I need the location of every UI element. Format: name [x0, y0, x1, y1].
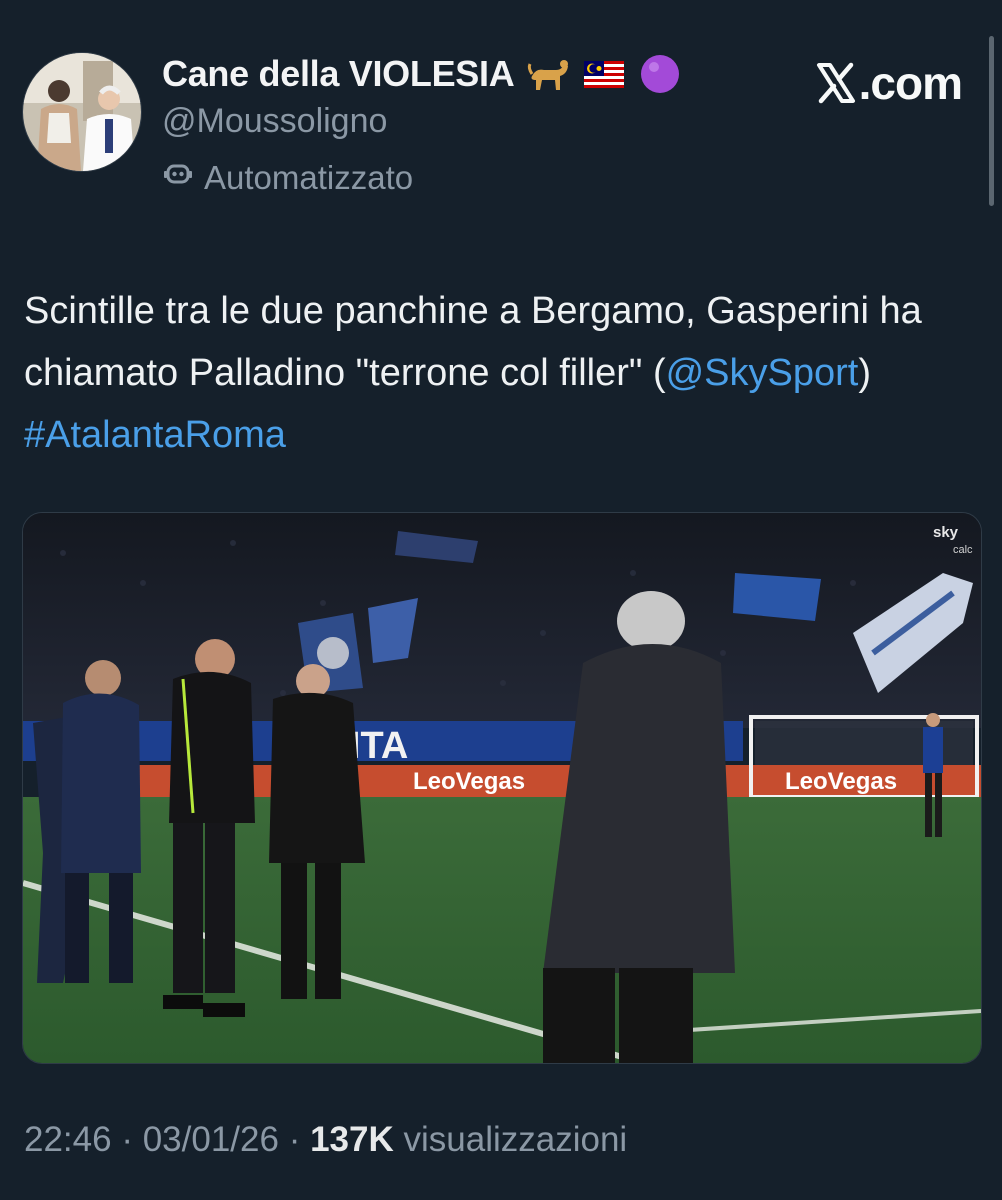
tweet-media[interactable]: sky calc NTA LeoVegas LeoVegas [22, 512, 982, 1064]
separator: · [288, 1120, 301, 1159]
automated-label: Automatizzato [204, 159, 414, 196]
site-logo-text: .com [858, 57, 963, 109]
stands [23, 513, 981, 728]
dog-icon [526, 52, 570, 96]
purple-circle-icon [638, 52, 682, 96]
hashtag-link[interactable]: #AtalantaRoma [24, 414, 286, 456]
tweet-text-part2: ) [858, 352, 872, 394]
broadcaster-sub: calc [953, 544, 973, 556]
views-count: 137K [310, 1120, 394, 1159]
separator: · [121, 1120, 133, 1159]
display-name[interactable]: Cane della VIOLESIA [162, 53, 515, 95]
sponsor-2: LeoVegas [785, 768, 897, 795]
malaysia-flag-icon [582, 52, 626, 96]
tweet-time[interactable]: 22:46 [24, 1120, 112, 1159]
broadcaster-logo: sky [933, 524, 959, 541]
mention-link[interactable]: @SkySport [666, 352, 859, 394]
sponsor-1: LeoVegas [413, 768, 525, 795]
site-logo: .com [815, 56, 963, 110]
tweet-header: Cane della VIOLESIA @Moussoligno Automat… [22, 52, 972, 202]
bench-group [33, 639, 365, 1017]
bot-icon [162, 158, 194, 198]
tweet-text: Scintille tra le due panchine a Bergamo,… [24, 280, 974, 466]
author-handle[interactable]: @Moussoligno [162, 102, 387, 141]
views-label: visualizzazioni [403, 1120, 628, 1159]
tweet-footer: 22:46 · 03/01/26 · 137K visualizzazioni [24, 1120, 627, 1160]
author-name-row[interactable]: Cane della VIOLESIA [162, 52, 682, 96]
tweet-date[interactable]: 03/01/26 [143, 1120, 279, 1159]
automated-badge: Automatizzato [162, 158, 413, 198]
x-logo-icon [816, 62, 855, 104]
scrollbar[interactable] [989, 36, 994, 206]
avatar[interactable] [22, 52, 142, 172]
